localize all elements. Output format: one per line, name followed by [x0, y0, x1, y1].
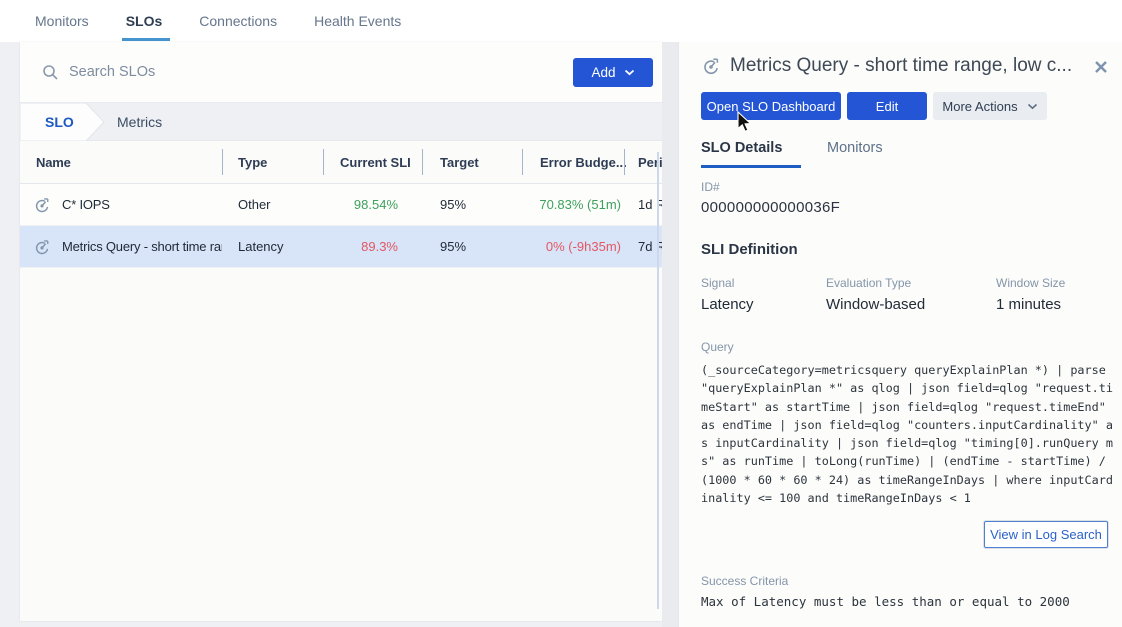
tab-connections[interactable]: Connections	[199, 0, 277, 42]
detail-tabs: SLO Details Monitors	[701, 140, 1113, 168]
open-slo-dashboard-button[interactable]: Open SLO Dashboard	[701, 92, 841, 120]
column-separator	[522, 149, 523, 175]
top-nav: Monitors SLOs Connections Health Events	[0, 0, 1122, 42]
slo-list-panel: Add SLO Metrics Name Type Current SLI Ta…	[20, 42, 662, 621]
evaluation-type-value: Window-based	[826, 296, 996, 313]
window-size-label: Window Size	[996, 276, 1113, 290]
table-header: Name Type Current SLI Target Error Budge…	[20, 141, 662, 184]
slo-target: 95%	[422, 239, 522, 254]
tab-slo-details[interactable]: SLO Details	[701, 140, 801, 168]
detail-header: Metrics Query - short time range, low c.…	[701, 55, 1113, 77]
query-text: (_sourceCategory=metricsquery queryExpla…	[701, 361, 1115, 507]
success-criteria-text: Max of Latency must be less than or equa…	[701, 594, 1113, 609]
slo-error-budget: 0% (-9h35m)	[522, 239, 624, 254]
signal-value: Latency	[701, 296, 826, 313]
slo-detail-panel: Metrics Query - short time range, low c.…	[678, 42, 1122, 627]
chevron-down-icon	[624, 69, 635, 76]
signal-label: Signal	[701, 276, 826, 290]
column-header-name[interactable]: Name	[20, 155, 222, 170]
id-value: 000000000000036F	[701, 199, 1113, 216]
column-header-target[interactable]: Target	[422, 155, 522, 170]
table-row-selected[interactable]: Metrics Query - short time rang Latency …	[20, 226, 662, 268]
breadcrumb: SLO Metrics	[20, 103, 662, 141]
breadcrumb-metrics[interactable]: Metrics	[117, 103, 162, 141]
view-in-log-search-button[interactable]: View in Log Search	[984, 521, 1108, 548]
slo-type: Other	[222, 197, 323, 212]
vertical-scrollbar[interactable]	[657, 152, 659, 609]
left-gutter	[0, 42, 20, 627]
slo-type: Latency	[222, 239, 323, 254]
slo-target: 95%	[422, 197, 522, 212]
evaluation-type-label: Evaluation Type	[826, 276, 996, 290]
add-button[interactable]: Add	[573, 58, 653, 87]
column-separator	[323, 149, 324, 175]
more-actions-label: More Actions	[942, 99, 1017, 114]
tab-monitors[interactable]: Monitors	[35, 0, 89, 42]
close-icon[interactable]	[1092, 58, 1110, 76]
query-label: Query	[701, 340, 1113, 354]
search-input[interactable]	[69, 64, 369, 80]
search-bar: Add	[20, 42, 662, 103]
slo-error-budget: 70.83% (51m)	[522, 197, 624, 212]
slo-gauge-icon	[33, 238, 51, 256]
column-header-type[interactable]: Type	[222, 155, 323, 170]
slo-current-sli: 98.54%	[323, 197, 422, 212]
success-criteria-label: Success Criteria	[701, 574, 1113, 588]
tab-slos[interactable]: SLOs	[126, 0, 163, 42]
column-header-error-budget[interactable]: Error Budge...	[522, 155, 624, 170]
tab-health-events[interactable]: Health Events	[314, 0, 401, 42]
sli-definition-heading: SLI Definition	[701, 241, 1113, 258]
sli-definition-grid: Signal Evaluation Type Window Size Laten…	[701, 276, 1113, 313]
breadcrumb-slo[interactable]: SLO	[45, 103, 74, 141]
chevron-down-icon	[1027, 103, 1038, 110]
detail-title: Metrics Query - short time range, low c.…	[730, 55, 1072, 77]
bottom-strip	[0, 621, 678, 627]
column-separator	[222, 149, 223, 175]
slo-gauge-icon	[33, 196, 51, 214]
search-icon	[42, 64, 59, 81]
more-actions-button[interactable]: More Actions	[933, 92, 1047, 120]
edit-button[interactable]: Edit	[847, 92, 927, 120]
slo-name: C* IOPS	[62, 197, 110, 212]
id-label: ID#	[701, 180, 1113, 194]
slo-current-sli: 89.3%	[323, 239, 422, 254]
column-header-current-sli[interactable]: Current SLI	[323, 155, 422, 170]
column-separator	[624, 149, 625, 175]
column-separator	[422, 149, 423, 175]
action-row: Open SLO Dashboard Edit More Actions	[701, 92, 1113, 120]
slo-name: Metrics Query - short time rang	[62, 239, 222, 254]
slo-gauge-icon	[701, 56, 721, 76]
add-button-label: Add	[591, 65, 615, 80]
window-size-value: 1 minutes	[996, 296, 1113, 313]
panel-divider	[662, 42, 678, 627]
tab-monitors-detail[interactable]: Monitors	[827, 140, 883, 168]
table-row[interactable]: C* IOPS Other 98.54% 95% 70.83% (51m) 1d…	[20, 184, 662, 226]
